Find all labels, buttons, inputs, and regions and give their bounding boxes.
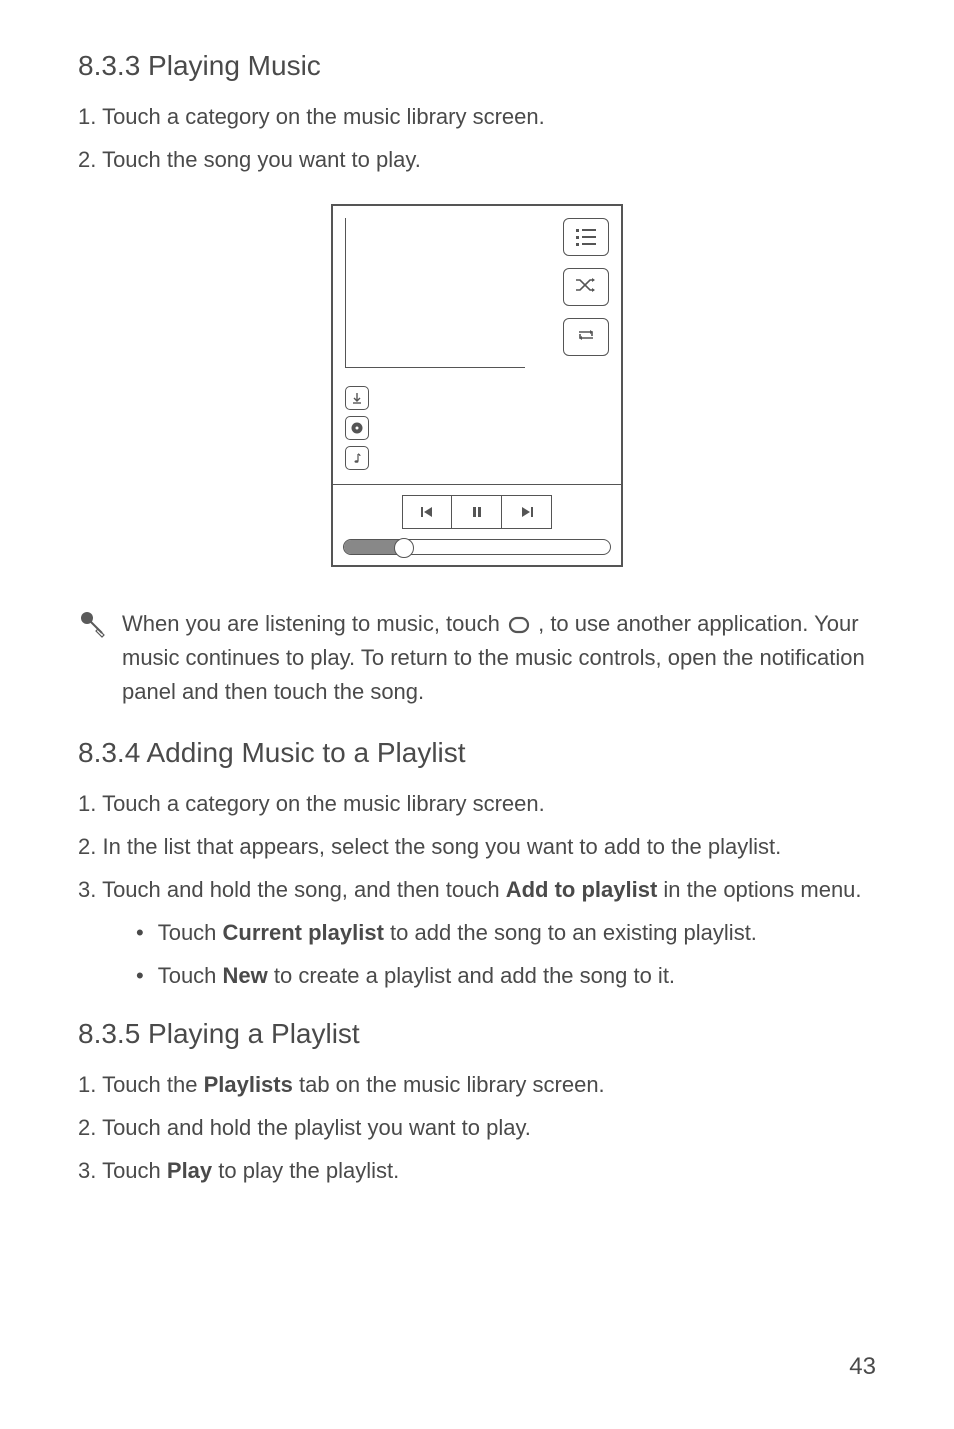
bullet-834-2-after: to create a playlist and add the song to…: [268, 963, 675, 988]
tip-icon: [78, 609, 108, 639]
step-834-3: 3. Touch and hold the song, and then tou…: [78, 873, 876, 906]
shuffle-button[interactable]: [563, 268, 609, 306]
step-834-3-after: in the options menu.: [657, 877, 861, 902]
music-player-illustration: [78, 204, 876, 567]
step-835-1-after: tab on the music library screen.: [293, 1072, 605, 1097]
previous-button[interactable]: [402, 495, 452, 529]
step-835-1-before: 1. Touch the: [78, 1072, 204, 1097]
previous-icon: [418, 503, 436, 521]
bullet-834-1: • Touch Current playlist to add the song…: [136, 916, 876, 949]
heading-834: 8.3.4 Adding Music to a Playlist: [78, 737, 876, 769]
repeat-button[interactable]: [563, 318, 609, 356]
playlist-button[interactable]: [563, 218, 609, 256]
pause-button[interactable]: [452, 495, 502, 529]
progress-thumb[interactable]: [394, 538, 414, 558]
bullet-834-2: • Touch New to create a playlist and add…: [136, 959, 876, 992]
heading-835: 8.3.5 Playing a Playlist: [78, 1018, 876, 1050]
phone-frame: [331, 204, 623, 567]
disc-icon: [345, 416, 369, 440]
heading-833: 8.3.3 Playing Music: [78, 50, 876, 82]
bullet-834-1-before: Touch: [158, 920, 223, 945]
step-835-1-bold: Playlists: [204, 1072, 293, 1097]
step-834-2: 2. In the list that appears, select the …: [78, 830, 876, 863]
tip-before: When you are listening to music, touch: [122, 611, 506, 636]
step-833-2: 2. Touch the song you want to play.: [78, 143, 876, 176]
bullet-834-1-after: to add the song to an existing playlist.: [384, 920, 757, 945]
progress-bar[interactable]: [343, 539, 611, 555]
bullet-dot: •: [136, 916, 144, 949]
step-835-3-before: 3. Touch: [78, 1158, 167, 1183]
next-button[interactable]: [502, 495, 552, 529]
repeat-icon: [574, 326, 598, 349]
bullet-834-2-bold: New: [223, 963, 268, 988]
step-835-3: 3. Touch Play to play the playlist.: [78, 1154, 876, 1187]
list-icon: [576, 229, 596, 246]
music-note-icon: [345, 446, 369, 470]
bullet-834-2-before: Touch: [158, 963, 223, 988]
home-icon: [506, 614, 532, 636]
step-835-2: 2. Touch and hold the playlist you want …: [78, 1111, 876, 1144]
step-834-3-bold: Add to playlist: [506, 877, 658, 902]
next-icon: [518, 503, 536, 521]
bullet-dot: •: [136, 959, 144, 992]
shuffle-icon: [574, 276, 598, 299]
step-835-3-after: to play the playlist.: [212, 1158, 399, 1183]
tip-text: When you are listening to music, touch ,…: [122, 607, 876, 709]
step-835-3-bold: Play: [167, 1158, 212, 1183]
step-834-1: 1. Touch a category on the music library…: [78, 787, 876, 820]
album-art-placeholder: [345, 218, 525, 368]
step-833-1: 1. Touch a category on the music library…: [78, 100, 876, 133]
pause-icon: [468, 503, 486, 521]
bullet-834-1-bold: Current playlist: [223, 920, 384, 945]
page-number: 43: [849, 1353, 876, 1381]
download-icon: [345, 386, 369, 410]
step-835-1: 1. Touch the Playlists tab on the music …: [78, 1068, 876, 1101]
step-834-3-before: 3. Touch and hold the song, and then tou…: [78, 877, 506, 902]
